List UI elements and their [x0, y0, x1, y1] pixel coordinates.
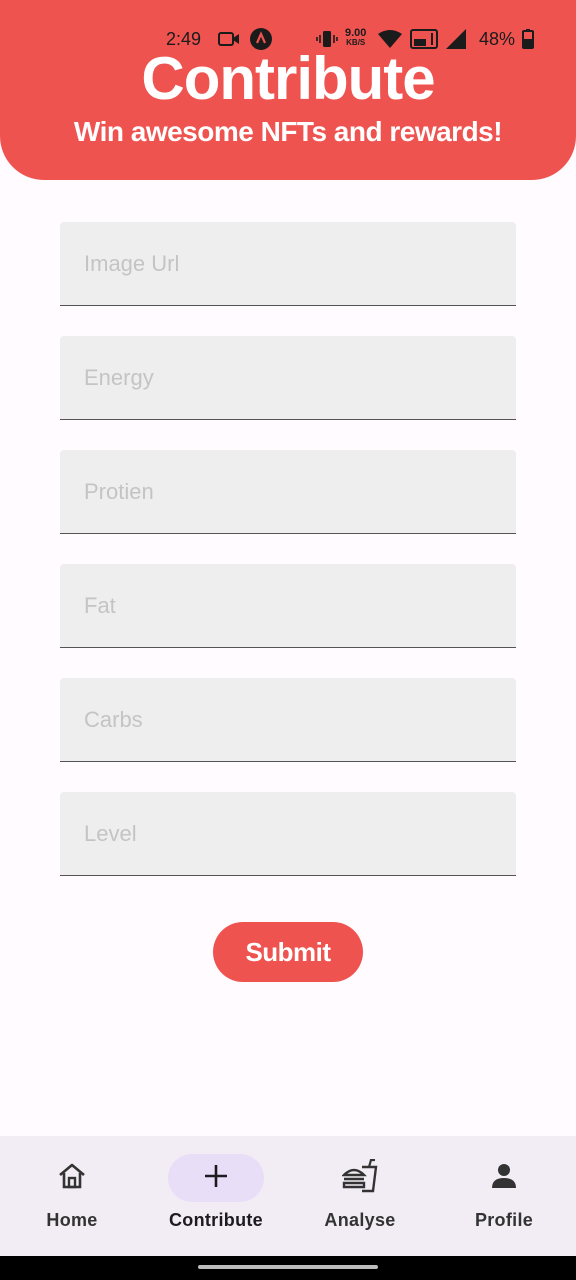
header: 2:49 9.00 KB/S 48% Contribute Win awesom…: [0, 0, 576, 180]
level-input[interactable]: [60, 792, 516, 875]
system-gesture-bar: [0, 1256, 576, 1280]
page-title: Contribute: [141, 45, 435, 112]
nav-label-analyse: Analyse: [324, 1210, 396, 1230]
submit-button[interactable]: Submit: [213, 922, 363, 982]
carbs-field[interactable]: [60, 678, 516, 762]
nav-label-contribute: Contribute: [169, 1210, 263, 1230]
energy-input[interactable]: [60, 336, 516, 419]
carbs-input[interactable]: [60, 678, 516, 761]
level-field[interactable]: [60, 792, 516, 876]
net-speed-value: 9.00: [345, 27, 367, 39]
screen: 2:49 9.00 KB/S 48% Contribute Win awesom…: [0, 0, 576, 1280]
food-icon: [341, 1158, 378, 1198]
energy-field[interactable]: [60, 336, 516, 420]
nav-item-contribute[interactable]: Contribute: [144, 1136, 288, 1256]
nav-icon-container: [456, 1154, 552, 1202]
fat-field[interactable]: [60, 564, 516, 648]
nav-icon-container: [312, 1154, 408, 1202]
person-icon: [490, 1162, 518, 1195]
protein-input[interactable]: [60, 450, 516, 533]
page-subtitle: Win awesome NFTs and rewards!: [73, 116, 503, 147]
plus-icon: [203, 1163, 229, 1194]
nav-label-home: Home: [46, 1210, 98, 1230]
bottom-navigation: Home Contribute Analyse Profile: [0, 1136, 576, 1256]
nav-label-profile: Profile: [474, 1210, 534, 1230]
image-url-field[interactable]: [60, 222, 516, 306]
protein-field[interactable]: [60, 450, 516, 534]
image-url-input[interactable]: [60, 222, 516, 305]
nav-item-home[interactable]: Home: [0, 1136, 144, 1256]
fat-input[interactable]: [60, 564, 516, 647]
nav-item-analyse[interactable]: Analyse: [288, 1136, 432, 1256]
nav-item-profile[interactable]: Profile: [432, 1136, 576, 1256]
nav-icon-container: [24, 1154, 120, 1202]
home-icon: [57, 1162, 87, 1195]
nav-active-indicator: [168, 1154, 264, 1202]
gesture-handle[interactable]: [198, 1265, 378, 1269]
